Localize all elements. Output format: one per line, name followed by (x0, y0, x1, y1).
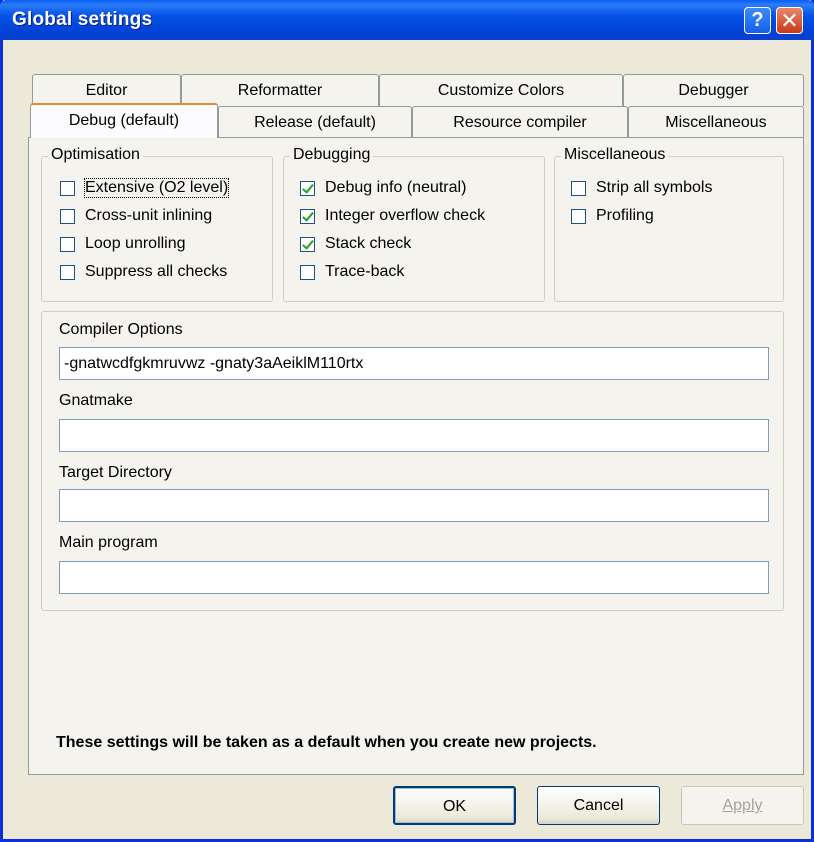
optimisation-group: Optimisation Extensive (O2 level) Cross-… (41, 146, 273, 302)
miscellaneous-group: Miscellaneous Strip all symbols Profilin… (554, 146, 784, 302)
default-settings-note: These settings will be taken as a defaul… (56, 734, 597, 751)
checkbox-box[interactable] (60, 264, 75, 280)
checkbox-label: Profiling (596, 207, 654, 224)
compiler-options-label: Compiler Options (59, 321, 183, 338)
compiler-fields-group: Compiler Options Gnatmake Target Directo… (41, 311, 784, 611)
checkbox-box[interactable] (300, 208, 315, 224)
checkbox-profiling[interactable]: Profiling (571, 205, 654, 227)
checkbox-trace-back[interactable]: Trace-back (300, 261, 404, 283)
checkbox-box[interactable] (60, 180, 75, 196)
checkbox-label: Trace-back (325, 263, 405, 280)
window-title: Global settings (12, 9, 153, 30)
tab-release-default[interactable]: Release (default) (218, 106, 412, 138)
compiler-options-input[interactable] (59, 347, 769, 380)
tab-panel-debug: Optimisation Extensive (O2 level) Cross-… (28, 137, 804, 775)
debugging-group: Debugging Debug info (neutral) Integer o… (283, 146, 545, 302)
checkbox-suppress-all-checks[interactable]: Suppress all checks (60, 261, 227, 283)
tab-customize-colors[interactable]: Customize Colors (379, 74, 623, 106)
checkbox-strip-all-symbols[interactable]: Strip all symbols (571, 177, 712, 199)
target-directory-label: Target Directory (59, 464, 172, 481)
checkbox-debug-info[interactable]: Debug info (neutral) (300, 177, 466, 199)
checkbox-label: Suppress all checks (85, 263, 228, 280)
checkbox-label: Stack check (325, 235, 412, 252)
tab-reformatter[interactable]: Reformatter (181, 74, 379, 106)
checkbox-label: Debug info (neutral) (325, 179, 467, 196)
tab-resource-compiler[interactable]: Resource compiler (412, 106, 628, 138)
ok-button[interactable]: OK (393, 786, 516, 825)
checkbox-label: Extensive (O2 level) (83, 178, 230, 198)
optimisation-group-title: Optimisation (48, 146, 143, 164)
tab-miscellaneous[interactable]: Miscellaneous (628, 106, 804, 138)
checkbox-stack-check[interactable]: Stack check (300, 233, 411, 255)
gnatmake-input[interactable] (59, 419, 769, 452)
dialog-window: Global settings ? ✕ Editor Reformatter C… (0, 0, 814, 842)
debugging-group-title: Debugging (290, 146, 374, 164)
checkbox-box[interactable] (571, 208, 586, 224)
help-button[interactable]: ? (744, 7, 771, 34)
main-program-input[interactable] (59, 561, 769, 594)
close-button[interactable]: ✕ (776, 7, 803, 34)
main-program-label: Main program (59, 534, 158, 551)
checkbox-cross-unit-inlining[interactable]: Cross-unit inlining (60, 205, 212, 227)
checkbox-box[interactable] (300, 180, 315, 196)
checkbox-box[interactable] (300, 264, 315, 280)
checkbox-box[interactable] (300, 236, 315, 252)
gnatmake-label: Gnatmake (59, 392, 133, 409)
checkbox-label: Strip all symbols (596, 179, 713, 196)
checkbox-integer-overflow-check[interactable]: Integer overflow check (300, 205, 485, 227)
target-directory-input[interactable] (59, 489, 769, 522)
title-bar[interactable]: Global settings ? ✕ (0, 0, 814, 40)
checkbox-label: Integer overflow check (325, 207, 486, 224)
tab-debugger[interactable]: Debugger (623, 74, 804, 106)
checkbox-loop-unrolling[interactable]: Loop unrolling (60, 233, 186, 255)
checkbox-extensive-o2[interactable]: Extensive (O2 level) (60, 177, 230, 199)
apply-button[interactable]: Apply (681, 786, 804, 825)
miscellaneous-group-title: Miscellaneous (561, 146, 669, 164)
tab-editor[interactable]: Editor (32, 74, 181, 106)
checkbox-box[interactable] (60, 208, 75, 224)
cancel-button[interactable]: Cancel (537, 786, 660, 825)
tab-debug-default[interactable]: Debug (default) (30, 103, 218, 138)
checkbox-box[interactable] (571, 180, 586, 196)
checkbox-label: Loop unrolling (85, 235, 186, 252)
checkbox-label: Cross-unit inlining (85, 207, 213, 224)
checkbox-box[interactable] (60, 236, 75, 252)
